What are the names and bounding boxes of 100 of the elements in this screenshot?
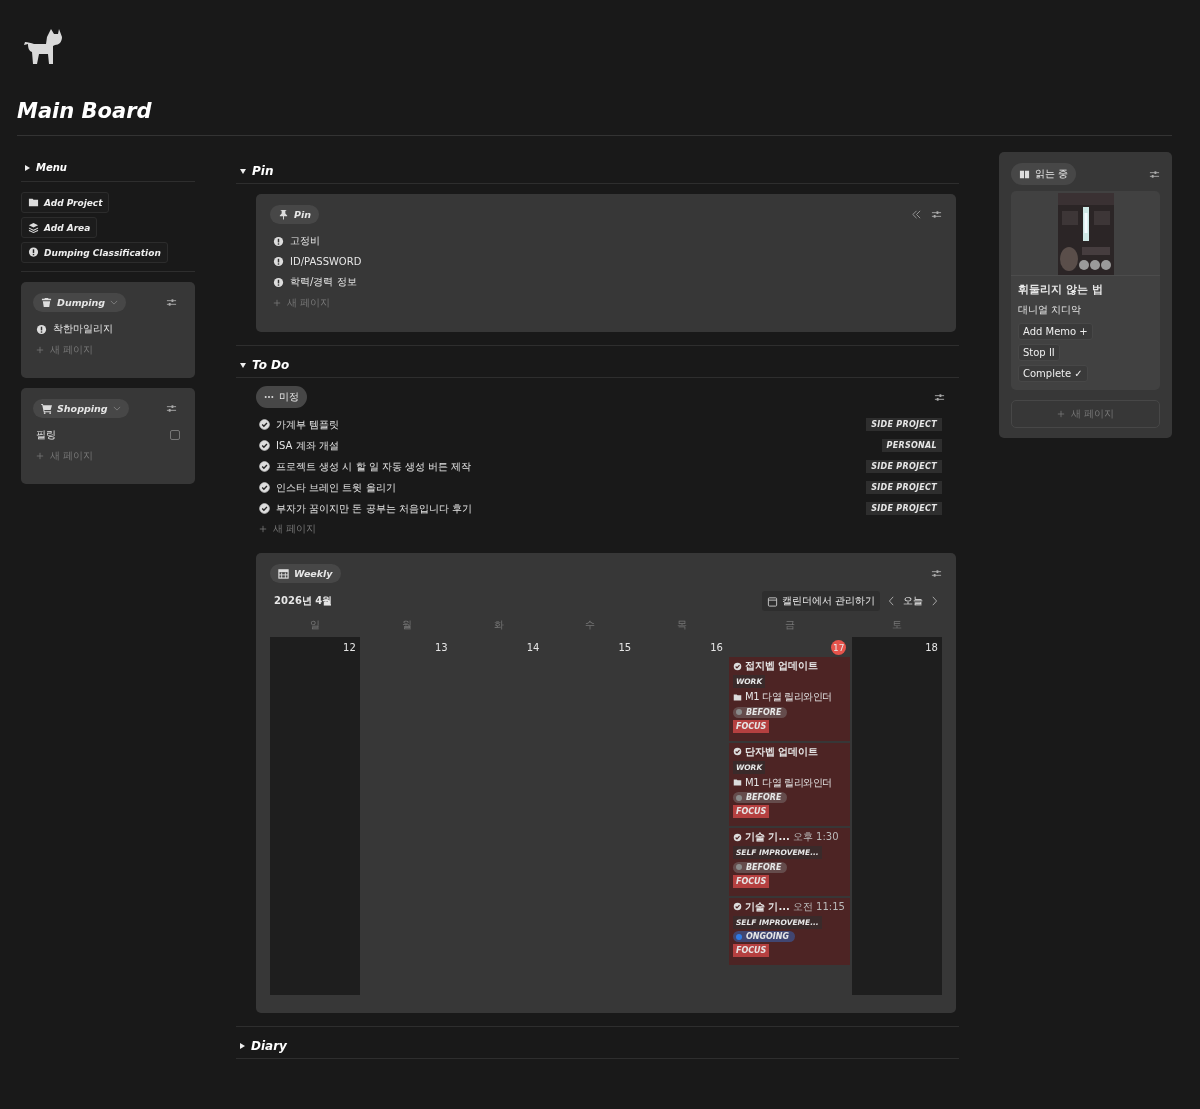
- book-icon: [1019, 168, 1030, 180]
- priority-tag: FOCUS: [732, 944, 770, 957]
- event-time: 오후 1:30: [792, 830, 839, 844]
- day-number: 16: [710, 641, 723, 655]
- weekday-label: 금: [783, 618, 796, 632]
- event-title: 기술 기...: [744, 899, 790, 914]
- group-pill[interactable]: 미정: [256, 386, 308, 408]
- check-circle-icon[interactable]: [259, 461, 271, 472]
- alert-icon: [273, 256, 285, 267]
- settings-icon[interactable]: [934, 391, 945, 403]
- task-tag: SIDE PROJECT: [866, 481, 942, 494]
- task-title[interactable]: 가계부 템플릿: [276, 417, 861, 432]
- priority-tag: FOCUS: [732, 805, 770, 818]
- event-time: 오전 11:15: [792, 899, 845, 914]
- plus-icon: [259, 525, 268, 533]
- check-circle-icon[interactable]: [259, 419, 271, 430]
- priority-tag: FOCUS: [732, 719, 770, 733]
- task-title[interactable]: ISA 계좌 개설: [276, 438, 876, 453]
- check-circle-icon: [732, 832, 742, 842]
- priority-tag: FOCUS: [732, 874, 770, 888]
- task-title[interactable]: 부자가 꿈이지만 돈 공부는 처음입니다 후기: [276, 501, 861, 516]
- previous-icon[interactable]: [888, 596, 895, 606]
- trash-icon: [41, 297, 52, 308]
- task-tag: PERSONAL: [881, 439, 942, 452]
- status-tag: BEFORE: [732, 706, 788, 718]
- alert-icon: [273, 235, 285, 247]
- alert-icon: [273, 276, 285, 288]
- task-title[interactable]: 인스타 브레인 트윗 올리기: [276, 480, 861, 495]
- collapse-icon[interactable]: [911, 209, 922, 220]
- check-circle-icon: [732, 661, 742, 671]
- pin-icon: [278, 209, 290, 220]
- page-link[interactable]: 학력/경력 정보: [290, 275, 357, 289]
- manage-calendar-button[interactable]: 캘린더에서 관리하기: [761, 591, 880, 611]
- settings-icon[interactable]: [931, 209, 942, 220]
- card-title-pill[interactable]: Pin: [270, 205, 319, 224]
- next-icon[interactable]: [931, 596, 938, 606]
- event-title: 기술 기...: [744, 830, 790, 844]
- section-toggle[interactable]: To Do: [236, 346, 959, 377]
- new-page-button[interactable]: 새 페이지: [256, 519, 945, 539]
- project-link[interactable]: M1 다열 릴리와인더: [744, 775, 832, 790]
- project-link[interactable]: M1 다열 릴리와인더: [744, 690, 832, 704]
- layers-icon: [28, 222, 39, 233]
- alert-icon: [28, 247, 39, 258]
- month-label: 2026년 4월: [274, 594, 333, 608]
- menu-toggle[interactable]: Menu: [21, 152, 196, 181]
- today-button[interactable]: 오늘: [903, 594, 923, 608]
- more-icon: [264, 395, 275, 399]
- plus-icon: [1056, 410, 1065, 418]
- day-number: 13: [434, 641, 448, 655]
- book-action-button[interactable]: Complete ✓: [1018, 365, 1088, 382]
- item-label: 필링: [36, 428, 57, 442]
- list-title-pill[interactable]: 읽는 중: [1011, 163, 1077, 185]
- alert-icon: [36, 323, 47, 335]
- calendar-icon: [766, 595, 778, 607]
- sidebar-action-button[interactable]: Dumping Classification: [21, 242, 168, 263]
- day-number: 18: [925, 641, 938, 655]
- status-tag: BEFORE: [732, 792, 788, 803]
- sidebar-action-button[interactable]: Add Project: [21, 192, 110, 213]
- check-circle-icon[interactable]: [259, 440, 271, 451]
- sidebar-action-button[interactable]: Add Area: [21, 217, 98, 238]
- check-circle-icon[interactable]: [259, 482, 271, 493]
- folder-icon: [732, 692, 742, 702]
- plus-icon: [273, 299, 282, 307]
- list-title-pill[interactable]: Shopping: [33, 399, 129, 418]
- status-tag: ONGOING: [732, 931, 796, 942]
- task-title[interactable]: 프로젝트 생성 시 할 일 자동 생성 버튼 제작: [276, 459, 861, 474]
- page-link[interactable]: 고정비: [290, 234, 321, 248]
- list-title-pill[interactable]: Dumping: [33, 293, 127, 312]
- page-link[interactable]: ID/PASSWORD: [290, 256, 362, 267]
- task-tag: SIDE PROJECT: [866, 502, 942, 515]
- day-number: 14: [526, 641, 540, 655]
- event-title: 접지벱 업데이트: [744, 659, 819, 673]
- checkbox[interactable]: [170, 430, 181, 440]
- plus-icon: [36, 452, 44, 460]
- day-number: 12: [343, 641, 356, 655]
- settings-icon[interactable]: [166, 297, 178, 308]
- check-circle-icon[interactable]: [259, 503, 271, 514]
- page-title: Main Board: [17, 99, 153, 123]
- section-toggle[interactable]: Diary: [236, 1027, 959, 1058]
- settings-icon[interactable]: [166, 403, 178, 414]
- folder-icon: [732, 778, 742, 787]
- book-action-button[interactable]: Stop II: [1018, 344, 1060, 361]
- chevron-down-icon: [112, 406, 121, 411]
- section-toggle[interactable]: Pin: [236, 152, 959, 183]
- check-circle-icon: [732, 747, 742, 756]
- book-card[interactable]: 휘둘리지 않는 법 대니얼 치디악 Add Memo + Stop II Complete ✓: [1011, 191, 1160, 390]
- page-link[interactable]: 착한마일리지: [53, 322, 113, 336]
- folder-icon: [28, 197, 39, 208]
- cart-icon: [41, 403, 52, 414]
- book-action-button[interactable]: Add Memo +: [1018, 323, 1093, 340]
- calendar-icon: [278, 568, 290, 579]
- plus-icon: [36, 346, 44, 354]
- day-number: 17: [831, 640, 847, 655]
- book-title: 휘둘리지 않는 법: [1018, 282, 1104, 297]
- check-circle-icon: [732, 902, 742, 911]
- card-title-pill[interactable]: Weekly: [270, 564, 341, 583]
- chevron-down-icon: [110, 300, 119, 305]
- status-tag: BEFORE: [732, 861, 788, 873]
- settings-icon[interactable]: [931, 568, 942, 579]
- settings-icon[interactable]: [1149, 168, 1160, 180]
